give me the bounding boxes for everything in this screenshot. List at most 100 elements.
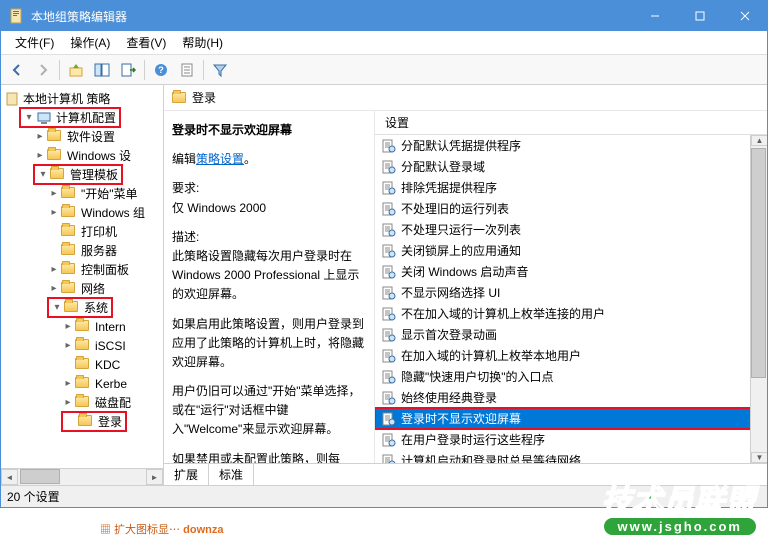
menu-action[interactable]: 操作(A) bbox=[62, 32, 118, 53]
list-row[interactable]: 不处理旧的运行列表 bbox=[375, 198, 767, 219]
list-row[interactable]: 隐藏"快速用户切换"的入口点 bbox=[375, 366, 767, 387]
list-row[interactable]: 不在加入域的计算机上枚举连接的用户 bbox=[375, 303, 767, 324]
list-row[interactable]: 不处理只运行一次列表 bbox=[375, 219, 767, 240]
tree-expand-icon[interactable]: ▾ bbox=[36, 169, 50, 180]
list-row[interactable]: 显示首次登录动画 bbox=[375, 324, 767, 345]
policy-item-icon bbox=[381, 286, 397, 300]
detail-pane: 登录 登录时不显示欢迎屏幕 编辑策略设置。 要求:仅 Windows 2000 … bbox=[164, 85, 767, 485]
tree-item[interactable]: ▾计算机配置 bbox=[1, 108, 163, 127]
tree-label: iSCSI bbox=[93, 339, 128, 353]
tree-label: Windows 组 bbox=[79, 204, 147, 221]
scroll-left-arrow[interactable]: ◄ bbox=[1, 469, 18, 485]
tree-expand-icon[interactable]: ▸ bbox=[47, 264, 61, 275]
tree-label: 登录 bbox=[96, 413, 124, 430]
menu-view[interactable]: 查看(V) bbox=[118, 32, 174, 53]
properties-button[interactable] bbox=[175, 58, 199, 82]
minimize-button[interactable] bbox=[632, 1, 677, 31]
tree-item[interactable]: ▸控制面板 bbox=[1, 260, 163, 279]
tree-item[interactable]: ▸ Windows 组 bbox=[1, 203, 163, 222]
computer-icon bbox=[36, 111, 52, 125]
list-row[interactable]: 在加入域的计算机上枚举本地用户 bbox=[375, 345, 767, 366]
list-row[interactable]: 登录时不显示欢迎屏幕 bbox=[375, 408, 767, 429]
tree-expand-icon[interactable]: ▸ bbox=[47, 207, 61, 218]
tree-item[interactable]: ▸"开始"菜单 bbox=[1, 184, 163, 203]
folder-icon bbox=[61, 263, 77, 277]
tree-expand-icon[interactable]: ▸ bbox=[33, 150, 47, 161]
list-item-label: 隐藏"快速用户切换"的入口点 bbox=[401, 368, 554, 385]
tree-expand-icon[interactable]: ▸ bbox=[47, 188, 61, 199]
list-row[interactable]: 关闭 Windows 启动声音 bbox=[375, 261, 767, 282]
tree-item[interactable]: 登录 bbox=[1, 412, 163, 431]
scroll-right-arrow[interactable]: ► bbox=[146, 469, 163, 485]
policy-item-icon bbox=[381, 307, 397, 321]
edit-policy-link[interactable]: 策略设置 bbox=[196, 152, 244, 166]
tree-item[interactable]: ▸磁盘配 bbox=[1, 393, 163, 412]
tree-item[interactable]: ▸ Intern bbox=[1, 317, 163, 336]
list-row[interactable]: 分配默认凭据提供程序 bbox=[375, 135, 767, 156]
tree-label: 打印机 bbox=[79, 223, 119, 240]
tree-expand-icon[interactable]: ▸ bbox=[61, 340, 75, 351]
tree-item[interactable]: 服务器 bbox=[1, 241, 163, 260]
window-title: 本地组策略编辑器 bbox=[31, 8, 632, 25]
tree-item[interactable]: ▸ iSCSI bbox=[1, 336, 163, 355]
folder-icon bbox=[61, 187, 77, 201]
tree-expand-icon[interactable]: ▸ bbox=[61, 378, 75, 389]
list-header[interactable]: 设置 bbox=[375, 111, 767, 135]
tree-item[interactable]: ▸Windows 设 bbox=[1, 146, 163, 165]
folder-icon bbox=[75, 358, 91, 372]
req-value: 仅 Windows 2000 bbox=[172, 201, 266, 215]
list-row[interactable]: 计算机启动和登录时总是等待网络 bbox=[375, 450, 767, 463]
list-row[interactable]: 排除凭据提供程序 bbox=[375, 177, 767, 198]
tree-expand-icon[interactable]: ▸ bbox=[61, 321, 75, 332]
app-icon bbox=[9, 8, 25, 24]
list-row[interactable]: 在用户登录时运行这些程序 bbox=[375, 429, 767, 450]
menu-help[interactable]: 帮助(H) bbox=[174, 32, 231, 53]
list-row[interactable]: 始终使用经典登录 bbox=[375, 387, 767, 408]
tree-scrollbar-h[interactable]: ◄ ► bbox=[1, 468, 163, 485]
svg-text:?: ? bbox=[158, 65, 164, 75]
tree-item[interactable]: ▸软件设置 bbox=[1, 127, 163, 146]
maximize-button[interactable] bbox=[677, 1, 722, 31]
up-button[interactable] bbox=[64, 58, 88, 82]
close-button[interactable] bbox=[722, 1, 767, 31]
tree-item[interactable]: KDC bbox=[1, 355, 163, 374]
filter-button[interactable] bbox=[208, 58, 232, 82]
menu-file[interactable]: 文件(F) bbox=[7, 32, 62, 53]
tree-root[interactable]: 本地计算机 策略 bbox=[1, 89, 163, 108]
scroll-down-arrow[interactable]: ▼ bbox=[751, 452, 767, 463]
help-button[interactable]: ? bbox=[149, 58, 173, 82]
detail-folder-title: 登录 bbox=[192, 89, 216, 106]
folder-icon bbox=[47, 130, 63, 144]
tree-label: 系统 bbox=[82, 299, 110, 316]
list-row[interactable]: 分配默认登录域 bbox=[375, 156, 767, 177]
policy-item-icon bbox=[381, 349, 397, 363]
tree-label: Intern bbox=[93, 320, 128, 334]
list-row[interactable]: 关闭锁屏上的应用通知 bbox=[375, 240, 767, 261]
toolbar: ? bbox=[1, 55, 767, 85]
folder-icon bbox=[78, 415, 94, 429]
tab-standard[interactable]: 标准 bbox=[209, 464, 254, 485]
list-item-label: 计算机启动和登录时总是等待网络 bbox=[401, 452, 581, 463]
tree-item[interactable]: ▾ 系统 bbox=[1, 298, 163, 317]
list-row[interactable]: 不显示网络选择 UI bbox=[375, 282, 767, 303]
tree-item[interactable]: ▸网络 bbox=[1, 279, 163, 298]
tree-expand-icon[interactable]: ▾ bbox=[50, 302, 64, 313]
tree-expand-icon[interactable]: ▾ bbox=[22, 112, 36, 123]
policy-root-icon bbox=[5, 92, 21, 106]
policy-item-icon bbox=[381, 454, 397, 464]
scroll-up-arrow[interactable]: ▲ bbox=[751, 135, 767, 146]
show-hide-button[interactable] bbox=[90, 58, 114, 82]
back-button[interactable] bbox=[5, 58, 29, 82]
tab-extended[interactable]: 扩展 bbox=[164, 464, 209, 485]
tree-item[interactable]: 打印机 bbox=[1, 222, 163, 241]
tree-item[interactable]: ▸Kerbe bbox=[1, 374, 163, 393]
scroll-thumb-h[interactable] bbox=[20, 469, 60, 484]
tree-expand-icon[interactable]: ▸ bbox=[61, 397, 75, 408]
scroll-thumb-v[interactable] bbox=[751, 148, 766, 378]
tree-item[interactable]: ▾管理模板 bbox=[1, 165, 163, 184]
forward-button[interactable] bbox=[31, 58, 55, 82]
list-scrollbar-v[interactable]: ▲ ▼ bbox=[750, 135, 767, 463]
tree-expand-icon[interactable]: ▸ bbox=[47, 283, 61, 294]
export-button[interactable] bbox=[116, 58, 140, 82]
tree-expand-icon[interactable]: ▸ bbox=[33, 131, 47, 142]
